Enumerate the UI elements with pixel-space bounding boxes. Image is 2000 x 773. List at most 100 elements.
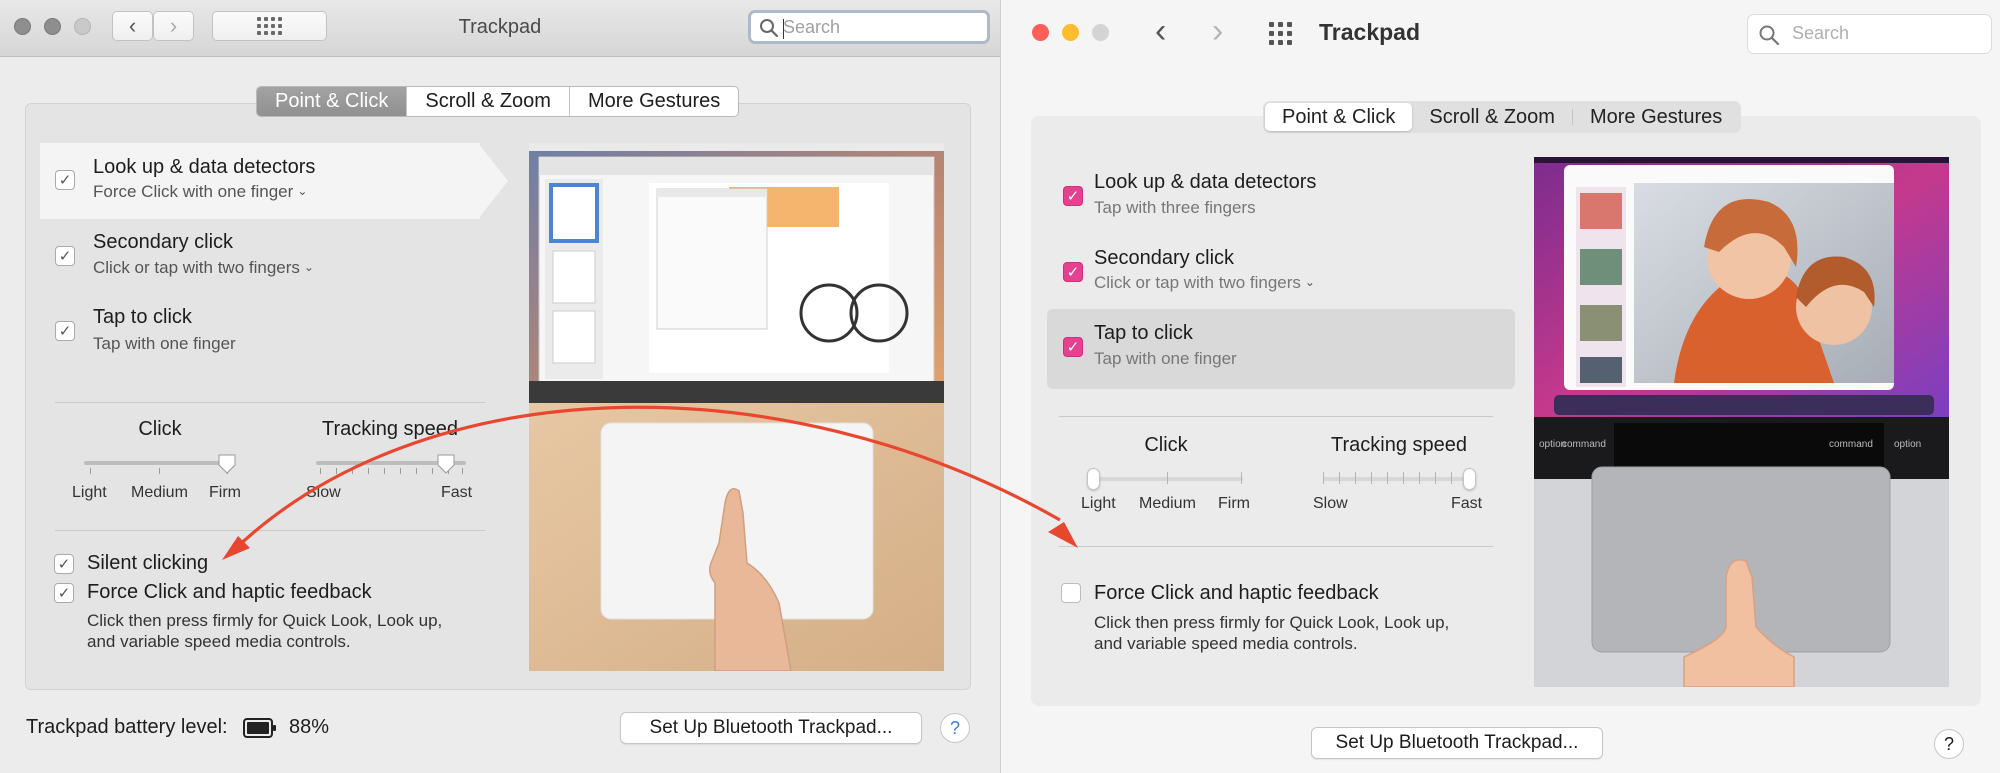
right-gesture-preview: option command command option [1534,157,1949,687]
right-back-button[interactable]: ‹ [1155,14,1166,48]
right-tab-scroll-zoom[interactable]: Scroll & Zoom [1412,103,1572,131]
left-force-click-desc-1: Click then press firmly for Quick Look, … [87,611,443,630]
right-click-slider-thumb[interactable] [1087,468,1100,490]
tick [462,468,463,474]
checkmark-icon: ✓ [1066,338,1080,356]
chevron-left-icon: ‹ [128,13,137,38]
left-lookup-checkbox[interactable]: ✓ [55,170,75,190]
right-forward-button[interactable]: › [1212,14,1223,48]
right-minimize-button[interactable] [1062,24,1079,41]
right-close-button[interactable] [1032,24,1049,41]
right-tab-point-click[interactable]: Point & Click [1265,103,1413,131]
left-search-input[interactable] [783,17,978,38]
tick [384,468,385,474]
tick [432,468,433,474]
left-silent-clicking-checkbox[interactable]: ✓ [54,554,74,574]
right-show-all-button[interactable] [1269,22,1292,45]
chevron-right-icon: › [1212,12,1224,50]
left-secondary-click-checkbox[interactable]: ✓ [55,246,75,266]
right-click-slider[interactable] [1093,477,1243,481]
left-help-button[interactable]: ? [940,713,970,743]
right-key-command-left: command [1562,439,1606,450]
tick [320,468,321,474]
right-click-label-medium: Medium [1139,495,1196,512]
tick [1419,472,1420,484]
right-search-input[interactable] [1792,23,1982,44]
right-lookup-sub: Tap with three fingers [1094,198,1256,217]
left-secondary-click-dropdown[interactable]: Click or tap with two fingers ⌄ [93,258,314,278]
checkmark-icon: ✓ [1066,263,1080,281]
tick [1355,472,1356,484]
left-back-button[interactable]: ‹ [112,11,153,41]
right-secondary-click-dropdown[interactable]: Click or tap with two fingers ⌄ [1094,273,1315,293]
right-tracking-slider-title: Tracking speed [1331,434,1467,456]
chevron-down-icon: ⌄ [303,260,314,274]
right-search-field[interactable] [1747,14,1992,54]
left-window-title: Trackpad [458,16,542,38]
left-tracking-slider-thumb[interactable] [437,454,455,474]
left-tap-to-click-label: Tap to click [93,306,192,328]
left-battery-label: Trackpad battery level: [26,716,228,738]
checkmark-icon: ✓ [58,322,72,340]
left-click-slider-thumb[interactable] [218,454,236,474]
tick [416,468,417,474]
left-click-label-light: Light [72,484,107,501]
right-click-slider-title: Click [1144,434,1188,456]
right-tap-to-click-sub: Tap with one finger [1094,349,1237,368]
left-forward-button[interactable]: › [153,11,194,41]
right-secondary-click-label: Secondary click [1094,247,1235,269]
chevron-down-icon: ⌄ [297,184,308,198]
left-tab-more-gestures[interactable]: More Gestures [570,87,738,116]
left-silent-clicking-label: Silent clicking [87,552,209,574]
right-preview-illustration: option command command option [1534,157,1949,687]
left-tab-point-click[interactable]: Point & Click [257,87,408,116]
left-search-field[interactable] [748,10,990,44]
right-tracking-slider-thumb[interactable] [1463,468,1476,490]
right-zoom-button[interactable] [1092,24,1109,41]
right-force-click-label: Force Click and haptic feedback [1094,582,1379,604]
right-tracking-label-slow: Slow [1313,495,1348,512]
checkmark-icon: ✓ [1066,187,1080,205]
grid-icon [1269,22,1292,45]
left-tap-to-click-checkbox[interactable]: ✓ [55,321,75,341]
right-tracking-label-fast: Fast [1451,495,1483,512]
search-icon [1759,25,1780,46]
left-tap-to-click-sub: Tap with one finger [93,334,236,353]
right-secondary-click-checkbox[interactable]: ✓ [1063,262,1083,282]
left-titlebar: ‹ › Trackpad [0,0,1000,57]
left-tab-scroll-zoom[interactable]: Scroll & Zoom [407,87,570,116]
checkmark-icon: ✓ [57,584,71,602]
tick [368,468,369,474]
battery-icon [243,718,276,738]
left-force-click-checkbox[interactable]: ✓ [54,583,74,603]
right-tab-more-gestures[interactable]: More Gestures [1573,103,1739,131]
right-click-label-light: Light [1081,495,1116,512]
tick [1387,472,1388,484]
right-tap-to-click-checkbox[interactable]: ✓ [1063,337,1083,357]
tick [352,468,353,474]
right-force-click-checkbox[interactable] [1061,583,1081,603]
left-secondary-click-sub: Click or tap with two fingers [93,258,300,277]
left-click-slider-title: Click [138,418,182,440]
tick [1167,472,1168,484]
left-show-all-button[interactable] [212,11,327,41]
left-minimize-button[interactable] [44,18,61,35]
left-tracking-label-fast: Fast [441,484,473,501]
tick [159,468,160,474]
left-click-slider[interactable] [84,461,232,465]
grid-icon [257,17,282,35]
left-lookup-dropdown[interactable]: Force Click with one finger ⌄ [93,182,307,202]
left-divider-top [55,402,485,403]
right-force-click-desc-1: Click then press firmly for Quick Look, … [1094,613,1450,632]
left-force-click-label: Force Click and haptic feedback [87,581,372,603]
right-window-title: Trackpad [1319,19,1420,45]
tick [1403,472,1404,484]
left-gesture-preview [529,143,944,671]
left-zoom-button[interactable] [74,18,91,35]
right-help-button[interactable]: ? [1934,729,1964,759]
right-lookup-checkbox[interactable]: ✓ [1063,186,1083,206]
right-setup-bluetooth-button[interactable]: Set Up Bluetooth Trackpad... [1311,727,1603,759]
left-close-button[interactable] [14,18,31,35]
right-tap-to-click-label: Tap to click [1094,322,1193,344]
left-setup-bluetooth-button[interactable]: Set Up Bluetooth Trackpad... [620,712,922,744]
